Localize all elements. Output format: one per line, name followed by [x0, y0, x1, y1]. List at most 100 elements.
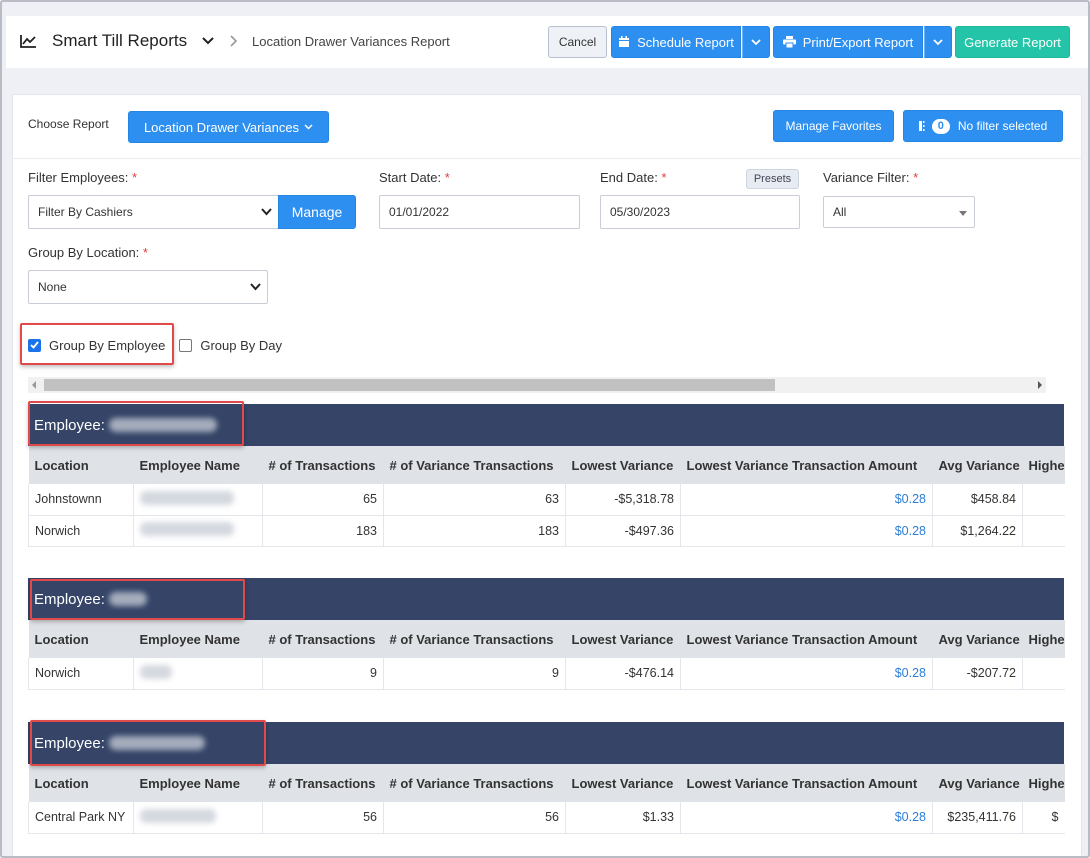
chevron-down-icon: [933, 38, 943, 45]
column-header[interactable]: Avg Variance: [932, 764, 1023, 802]
variance-transactions-cell: 9: [383, 658, 566, 690]
table-header-row: Location Employee Name # of Transactions…: [28, 764, 1065, 802]
group-by-location-select[interactable]: None: [28, 270, 268, 304]
column-header[interactable]: # of Variance Transactions: [383, 764, 566, 802]
start-date-input[interactable]: 01/01/2022: [379, 195, 580, 229]
column-header[interactable]: # of Transactions: [262, 446, 384, 484]
redacted-text: [140, 808, 216, 823]
generate-report-button[interactable]: Generate Report: [955, 26, 1070, 58]
column-header[interactable]: Highe: [1022, 620, 1065, 658]
column-header[interactable]: Lowest Variance: [565, 620, 681, 658]
avg-variance-cell: $458.84: [932, 484, 1023, 516]
app-title[interactable]: Smart Till Reports: [52, 31, 187, 51]
highest-cell: $: [1022, 802, 1065, 834]
location-cell: Johnstownn: [28, 484, 134, 516]
horizontal-scrollbar[interactable]: [28, 377, 1046, 393]
filter-status-button[interactable]: 0 No filter selected: [903, 110, 1063, 142]
employee-name-cell: [133, 484, 263, 516]
start-date-label: Start Date: *: [379, 170, 450, 185]
print-dropdown-toggle[interactable]: [924, 26, 952, 58]
manage-employees-button[interactable]: Manage: [278, 195, 356, 229]
employee-name-cell: [133, 802, 263, 834]
group-by-day-label[interactable]: Group By Day: [200, 338, 282, 353]
column-header[interactable]: Highe: [1022, 764, 1065, 802]
choose-report-dropdown[interactable]: Location Drawer Variances: [128, 111, 329, 143]
scroll-right-arrow-icon[interactable]: [1038, 381, 1042, 389]
column-header[interactable]: Avg Variance: [932, 446, 1023, 484]
column-header[interactable]: # of Variance Transactions: [383, 620, 566, 658]
highest-cell: [1022, 515, 1065, 547]
avg-variance-cell: -$207.72: [932, 658, 1023, 690]
column-header[interactable]: Location: [28, 764, 134, 802]
lowest-amount-link[interactable]: $0.28: [680, 802, 933, 834]
table-row: Norwich 183 183 -$497.36 $0.28 $1,264.22: [28, 515, 1065, 547]
manage-favorites-button[interactable]: Manage Favorites: [773, 110, 894, 142]
employee-name-cell: [133, 658, 263, 690]
variance-filter-select[interactable]: All: [823, 196, 975, 228]
filter-status-label: No filter selected: [957, 119, 1048, 133]
column-header[interactable]: Employee Name: [133, 764, 263, 802]
column-header[interactable]: Lowest Variance Transaction Amount: [680, 764, 933, 802]
redacted-text: [140, 664, 172, 679]
group-by-day-checkbox[interactable]: [179, 338, 193, 352]
lowest-amount-link[interactable]: $0.28: [680, 658, 933, 690]
highlight-box: [30, 720, 266, 766]
lowest-amount-link[interactable]: $0.28: [680, 515, 933, 547]
column-header[interactable]: Location: [28, 446, 134, 484]
divider: [13, 158, 1081, 159]
redacted-text: [140, 490, 234, 505]
end-date-input[interactable]: 05/30/2023: [600, 195, 800, 229]
caret-down-icon: [959, 211, 967, 216]
column-header[interactable]: Location: [28, 620, 134, 658]
column-header[interactable]: # of Transactions: [262, 620, 384, 658]
column-header[interactable]: Employee Name: [133, 620, 263, 658]
table-header-row: Location Employee Name # of Transactions…: [28, 446, 1065, 484]
schedule-dropdown-toggle[interactable]: [742, 26, 770, 58]
variance-filter-label: Variance Filter: *: [823, 170, 919, 185]
table-row: Johnstownn 65 63 -$5,318.78 $0.28 $458.8…: [28, 484, 1065, 516]
print-export-button[interactable]: Print/Export Report: [773, 26, 923, 58]
top-header: Smart Till Reports Location Drawer Varia…: [6, 16, 1088, 68]
group-by-location-label: Group By Location: *: [28, 245, 148, 260]
lowest-amount-link[interactable]: $0.28: [680, 484, 933, 516]
location-cell: Norwich: [28, 515, 134, 547]
chevron-down-icon: [751, 38, 761, 45]
filter-employees-select[interactable]: Filter By Cashiers: [28, 195, 279, 229]
schedule-report-button[interactable]: Schedule Report: [611, 26, 741, 58]
filter-employees-value: Filter By Cashiers: [38, 205, 133, 219]
variance-transactions-cell: 183: [383, 515, 566, 547]
highlight-box: [30, 579, 245, 620]
column-header[interactable]: Lowest Variance: [565, 446, 681, 484]
column-header[interactable]: Employee Name: [133, 446, 263, 484]
transactions-cell: 65: [262, 484, 384, 516]
column-header[interactable]: Lowest Variance Transaction Amount: [680, 446, 933, 484]
scrollbar-thumb[interactable]: [44, 379, 775, 391]
column-header[interactable]: Avg Variance: [932, 620, 1023, 658]
highest-cell: [1022, 484, 1065, 516]
column-header[interactable]: Lowest Variance: [565, 764, 681, 802]
chevron-down-icon: [250, 283, 261, 291]
transactions-cell: 9: [262, 658, 384, 690]
variance-transactions-cell: 63: [383, 484, 566, 516]
end-date-label: End Date: *: [600, 170, 667, 185]
variance-transactions-cell: 56: [383, 802, 566, 834]
date-presets-button[interactable]: Presets: [746, 169, 799, 189]
cancel-button[interactable]: Cancel: [548, 26, 607, 58]
chevron-down-icon: [261, 208, 272, 216]
column-header[interactable]: Highe: [1022, 446, 1065, 484]
highlight-box: [20, 323, 174, 365]
column-header[interactable]: Lowest Variance Transaction Amount: [680, 620, 933, 658]
filter-count-badge: 0: [931, 118, 950, 134]
variance-filter-value: All: [833, 205, 847, 219]
calendar-icon: [619, 36, 630, 47]
printer-icon: [782, 36, 796, 48]
column-header[interactable]: # of Transactions: [262, 764, 384, 802]
avg-variance-cell: $1,264.22: [932, 515, 1023, 547]
report-card: Choose Report Location Drawer Variances …: [12, 94, 1082, 856]
column-header[interactable]: # of Variance Transactions: [383, 446, 566, 484]
chevron-down-icon[interactable]: [202, 36, 214, 46]
variance-table: Location Employee Name # of Transactions…: [28, 446, 1065, 547]
lowest-variance-cell: -$5,318.78: [565, 484, 681, 516]
scroll-left-arrow-icon[interactable]: [32, 381, 36, 389]
lowest-variance-cell: -$476.14: [565, 658, 681, 690]
